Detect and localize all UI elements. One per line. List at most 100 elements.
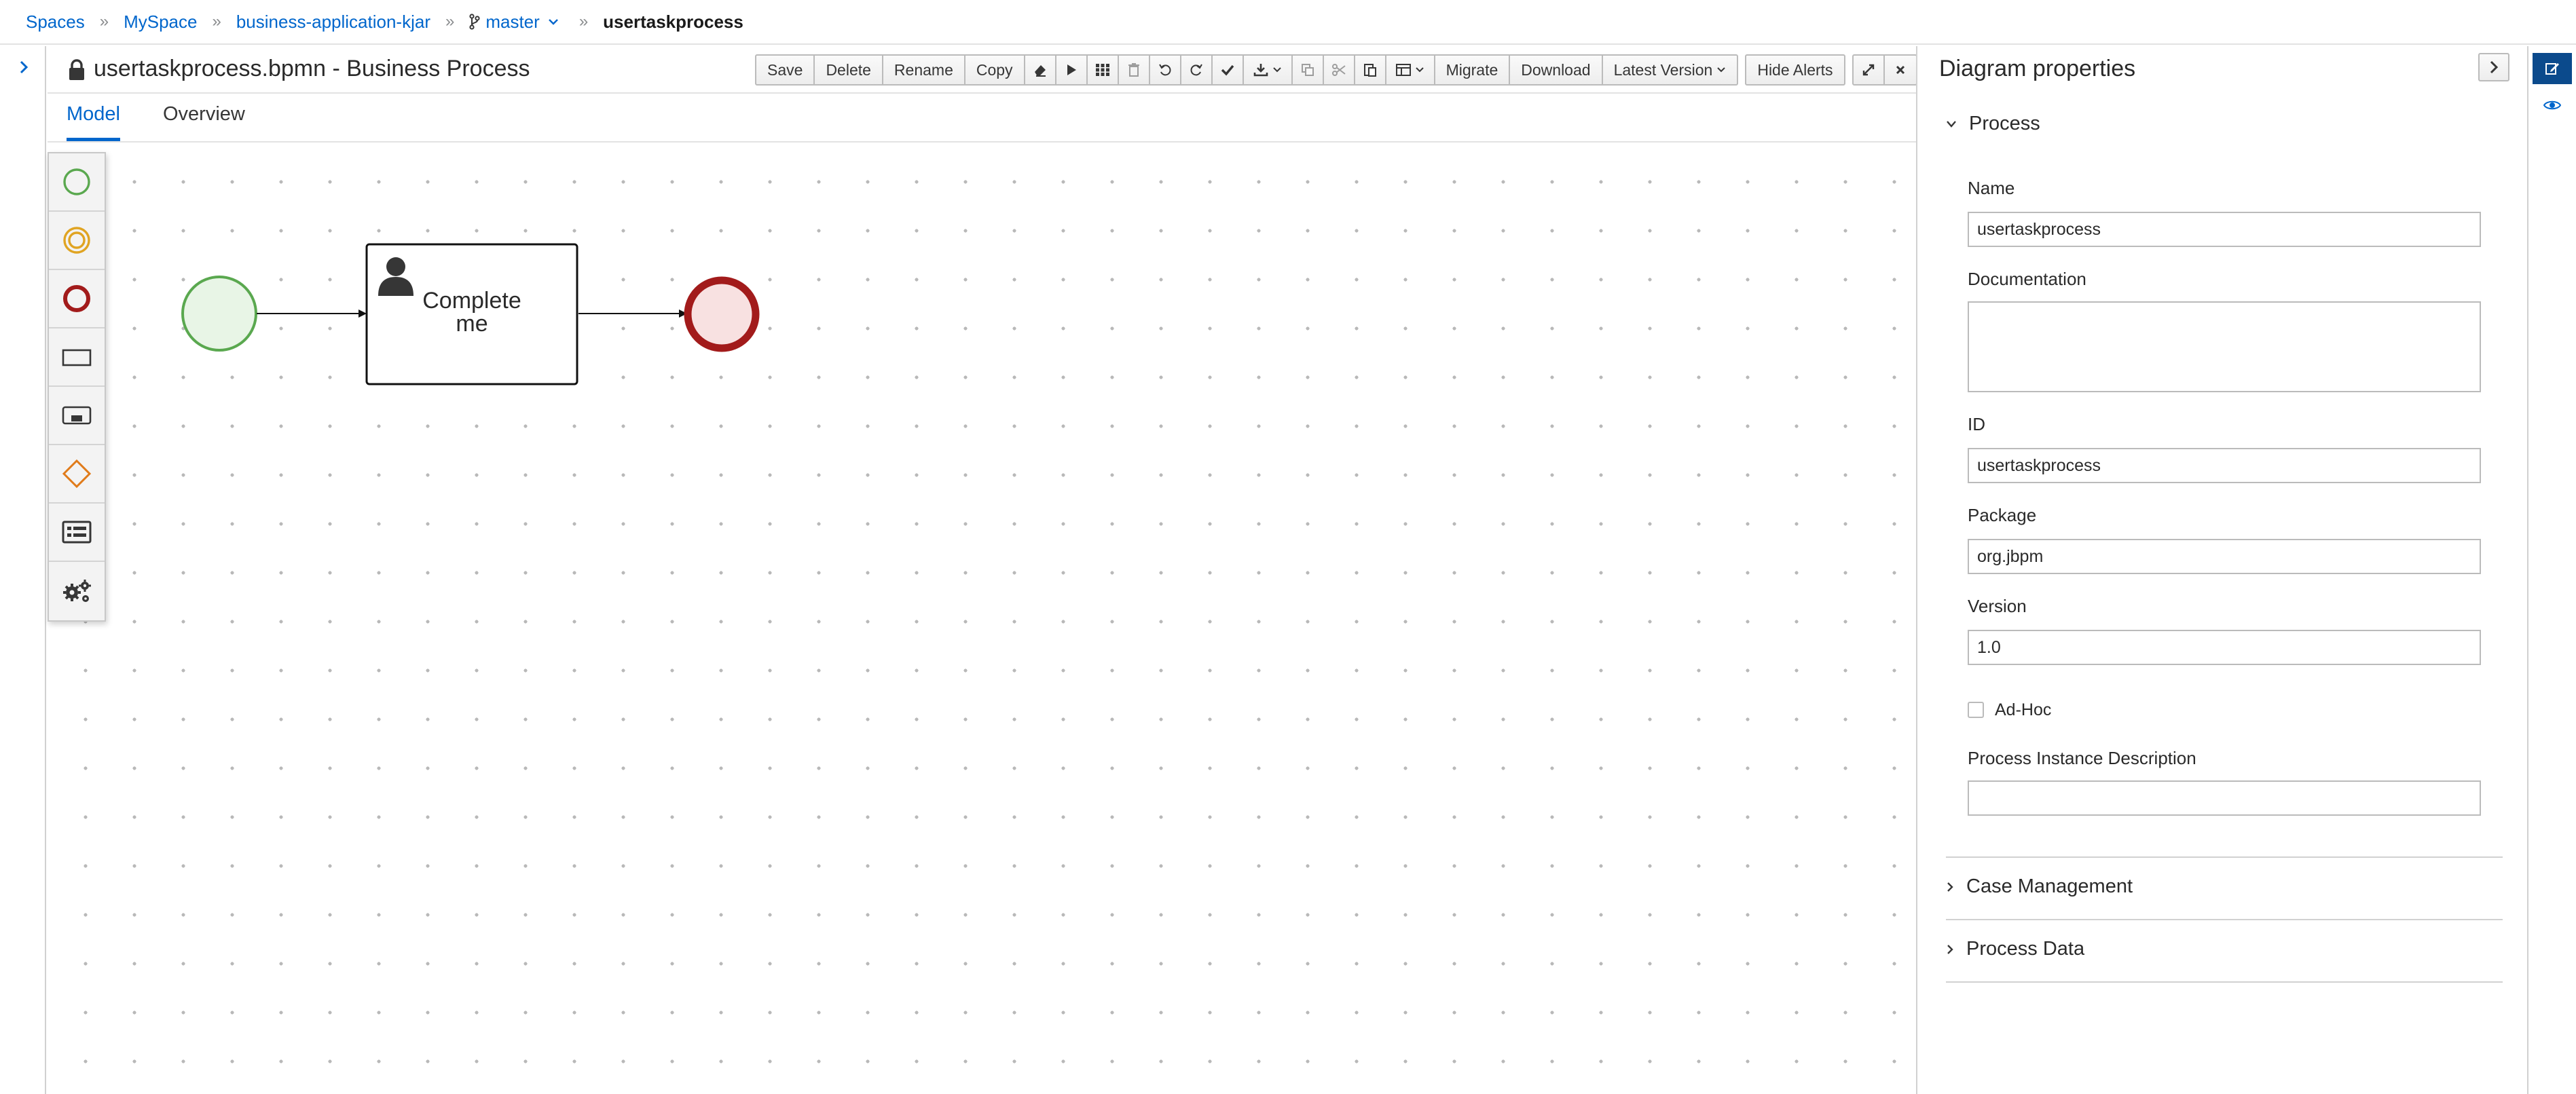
export-dropdown-button[interactable] <box>1244 56 1293 84</box>
breadcrumb-spaces[interactable]: Spaces <box>26 12 85 33</box>
redo-button[interactable] <box>1181 56 1213 84</box>
delete-button[interactable]: Delete <box>815 56 883 84</box>
process-diagram: Complete me <box>181 243 760 385</box>
grid-icon <box>1095 64 1109 76</box>
table-icon <box>1395 64 1411 76</box>
breadcrumb-separator-icon: » <box>99 12 109 31</box>
save-button[interactable]: Save <box>756 56 815 84</box>
section-divider <box>1946 856 2503 858</box>
chevron-right-icon <box>1947 882 1953 892</box>
lock-icon <box>69 59 84 80</box>
package-field[interactable]: org.jbpm <box>1968 539 2481 574</box>
adhoc-label: Ad-Hoc <box>1995 700 2052 719</box>
latest-version-label: Latest Version <box>1613 60 1713 79</box>
palette-service-tasks[interactable] <box>49 562 105 620</box>
section-divider <box>1946 919 2503 920</box>
tab-model[interactable]: Model <box>67 103 120 141</box>
window-actions-group <box>1852 54 1917 86</box>
latest-version-dropdown[interactable]: Latest Version <box>1603 56 1737 84</box>
breadcrumb-separator-icon: » <box>578 12 589 31</box>
id-field[interactable]: usertaskprocess <box>1968 448 2481 483</box>
adhoc-checkbox[interactable] <box>1968 702 1984 718</box>
expand-icon <box>1862 64 1874 76</box>
chevron-right-icon <box>20 60 29 74</box>
download-button[interactable]: Download <box>1510 56 1603 84</box>
validate-button[interactable] <box>1213 56 1244 84</box>
breadcrumb-current: usertaskprocess <box>603 11 743 32</box>
undo-icon <box>1158 64 1171 76</box>
user-task-label-line2: me <box>456 311 487 337</box>
scissors-icon <box>1331 64 1346 76</box>
section-case-management-header[interactable]: Case Management <box>1946 875 2133 898</box>
diagram-canvas[interactable]: Complete me <box>48 143 1916 1094</box>
palette-containers[interactable] <box>49 504 105 562</box>
chevron-down-icon <box>1947 120 1956 128</box>
breadcrumb-branch-label: master <box>485 11 540 32</box>
copy-button[interactable]: Copy <box>965 56 1025 84</box>
toggle-grid-button[interactable] <box>1088 56 1119 84</box>
version-label: Version <box>1968 596 2027 616</box>
breadcrumb-branch-selector[interactable]: master <box>469 12 564 33</box>
breadcrumb-separator-icon: » <box>212 12 221 31</box>
gateway-icon <box>62 459 92 489</box>
section-process-data-label: Process Data <box>1966 938 2085 960</box>
section-process-header[interactable]: Process <box>1946 113 2040 135</box>
code-branch-icon <box>469 14 480 30</box>
properties-panel: Diagram properties Process Name usertask… <box>1916 46 2527 1094</box>
documentation-label: Documentation <box>1968 269 2086 289</box>
paste-icon <box>1363 64 1376 77</box>
chevron-down-icon <box>1415 67 1424 73</box>
alerts-group: Hide Alerts <box>1745 54 1845 86</box>
section-process-data-header[interactable]: Process Data <box>1946 938 2084 960</box>
rename-button[interactable]: Rename <box>883 56 965 84</box>
end-event-shape[interactable] <box>684 276 760 352</box>
expand-explorer-button[interactable] <box>14 57 34 77</box>
edit-icon <box>2545 63 2559 75</box>
id-label: ID <box>1968 414 1985 434</box>
copy-selection-button[interactable] <box>1293 56 1324 84</box>
user-task-shape[interactable]: Complete me <box>365 243 578 385</box>
name-field[interactable]: usertaskprocess <box>1968 212 2481 247</box>
preview-panel-toggle[interactable] <box>2533 90 2572 121</box>
play-icon <box>1067 64 1076 75</box>
breadcrumb-myspace[interactable]: MySpace <box>124 12 197 33</box>
process-instance-description-field[interactable] <box>1968 780 2481 816</box>
palette-gateway[interactable] <box>49 445 105 504</box>
clear-canvas-button[interactable] <box>1025 56 1056 84</box>
validate-play-button[interactable] <box>1056 56 1088 84</box>
properties-panel-title: Diagram properties <box>1939 56 2136 81</box>
eraser-icon <box>1034 65 1046 77</box>
breadcrumb: Spaces » MySpace » business-application-… <box>0 0 2576 45</box>
maximize-button[interactable] <box>1854 56 1885 84</box>
right-rail <box>2527 46 2576 1094</box>
start-event-shape[interactable] <box>181 276 257 352</box>
section-process-label: Process <box>1969 113 2040 134</box>
documentation-field[interactable] <box>1968 301 2481 392</box>
editor-toolbar: Save Delete Rename Copy Migrate Download… <box>755 54 1917 86</box>
breadcrumb-project[interactable]: business-application-kjar <box>236 12 430 33</box>
editor-title: usertaskprocess.bpmn - Business Process <box>94 56 530 81</box>
close-editor-button[interactable] <box>1885 56 1916 84</box>
chevron-right-icon <box>2490 60 2499 74</box>
breadcrumb-separator-icon: » <box>445 12 455 31</box>
delete-selection-button[interactable] <box>1119 56 1150 84</box>
migrate-button[interactable]: Migrate <box>1435 56 1511 84</box>
undo-button[interactable] <box>1150 56 1181 84</box>
hide-alerts-button[interactable]: Hide Alerts <box>1746 56 1843 84</box>
file-actions-group: Save Delete Rename Copy Migrate Download… <box>755 54 1739 86</box>
view-options-dropdown-button[interactable] <box>1386 56 1435 84</box>
paste-button[interactable] <box>1355 56 1386 84</box>
download-icon <box>1253 64 1268 77</box>
list-box-icon <box>62 521 92 544</box>
tab-overview[interactable]: Overview <box>163 103 245 141</box>
redo-icon <box>1190 64 1202 76</box>
left-rail <box>0 46 46 1094</box>
close-icon <box>1896 65 1905 75</box>
collapse-properties-button[interactable] <box>2478 53 2509 81</box>
properties-panel-toggle[interactable] <box>2533 53 2572 84</box>
package-label: Package <box>1968 505 2037 525</box>
cut-selection-button[interactable] <box>1324 56 1355 84</box>
version-field[interactable]: 1.0 <box>1968 630 2481 665</box>
gears-icon <box>63 580 91 602</box>
process-instance-description-label: Process Instance Description <box>1968 748 2196 768</box>
